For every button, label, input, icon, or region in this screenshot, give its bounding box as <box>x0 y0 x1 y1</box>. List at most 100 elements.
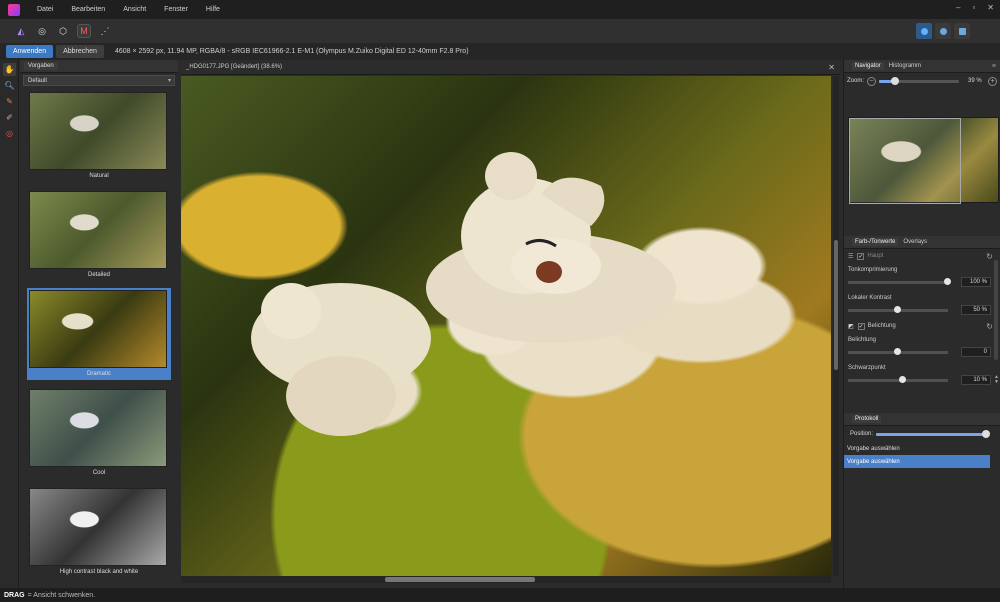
export-persona-icon[interactable]: ⋰ <box>98 24 112 38</box>
tone-panel: Farb-/Tonwerte Overlays ☰ ✓ Haupt ↻ Tonk… <box>844 236 1000 389</box>
preset-thumbnail <box>29 191 167 269</box>
menu-fenster[interactable]: Fenster <box>155 6 197 13</box>
exposure-label: Belichtung <box>867 323 896 329</box>
position-slider-fill <box>876 432 987 436</box>
param-slider-knob[interactable] <box>894 306 901 313</box>
param-value-field[interactable]: 100 % <box>961 277 991 287</box>
params1-param-0: Tonkomprimierung100 %▲▼ <box>844 263 1000 291</box>
position-slider-knob[interactable] <box>982 429 991 438</box>
preset-category-value: Default <box>28 77 48 84</box>
param-label: Tonkomprimierung <box>848 267 898 273</box>
exposure-checkbox[interactable]: ✓ <box>857 322 865 330</box>
preset-high-contrast-bw[interactable]: High contrast black and white <box>27 486 171 578</box>
navigator-tabs: Navigator Histogramm ≡ <box>844 60 1000 73</box>
param-spinner-icon[interactable]: ▲▼ <box>994 375 999 385</box>
canvas-vertical-scroll-thumb[interactable] <box>834 240 838 370</box>
document-title: _HDG0177.JPG [Geändert] (38.6%) <box>186 64 283 70</box>
preset-thumbnail <box>29 92 167 170</box>
params2-param-0: Belichtung0▲▼ <box>844 333 1000 361</box>
status-key: DRAG <box>4 591 25 599</box>
zoom-tool-icon[interactable]: 🔍︎ <box>3 79 16 92</box>
image-info: 4608 × 2592 px, 11.94 MP, RGBA/8 - sRGB … <box>114 48 469 55</box>
param-value-field[interactable]: 0 <box>961 347 991 357</box>
history-tabs: Protokoll <box>844 413 1000 426</box>
zoom-out-icon[interactable]: − <box>867 76 877 86</box>
menu-datei[interactable]: Datei <box>28 6 62 13</box>
status-bar: DRAG = Ansicht schwenken. <box>0 588 1000 602</box>
menu-bearbeiten[interactable]: Bearbeiten <box>62 6 114 13</box>
preset-natural[interactable]: Natural <box>27 90 171 182</box>
hand-tool-icon[interactable]: ✋ <box>3 63 16 76</box>
chevron-down-icon: ▾ <box>167 78 171 84</box>
menu-hilfe[interactable]: Hilfe <box>197 6 229 13</box>
tools-panel: ✋ 🔍︎ ✎ ✐ ◎ <box>0 60 19 588</box>
zoom-slider[interactable] <box>879 76 960 85</box>
position-label: Position: <box>850 431 874 437</box>
param-label: Lokaler Kontrast <box>848 295 892 301</box>
exposure-icon: ◩ <box>848 323 854 330</box>
menu-ansicht[interactable]: Ansicht <box>114 6 155 13</box>
target-icon[interactable]: ◎ <box>3 127 16 140</box>
tab-histogramm[interactable]: Histogramm <box>886 62 924 70</box>
history-item[interactable]: Vorgabe auswählen <box>844 442 1000 455</box>
view-single-icon[interactable] <box>916 23 932 39</box>
develop-persona-icon[interactable]: ⬡ <box>56 24 70 38</box>
preset-category-select[interactable]: Default ▾ <box>23 75 175 86</box>
photo-persona-icon[interactable]: ◭ <box>14 24 28 38</box>
position-row: Position: <box>844 426 1000 442</box>
app-logo-icon <box>8 3 20 16</box>
close-document-icon[interactable]: ✕ <box>828 63 835 72</box>
navigator-preview[interactable] <box>848 117 999 204</box>
reset-icon[interactable]: ↻ <box>986 322 993 331</box>
history-item-selected[interactable]: Vorgabe auswählen <box>844 455 990 468</box>
status-text: = Ansicht schwenken. <box>27 591 96 599</box>
param-value-field[interactable]: 50 % <box>961 305 991 315</box>
zoom-slider-knob[interactable] <box>891 76 900 85</box>
paint-brush-icon[interactable]: ✎ <box>3 95 16 108</box>
view-split-icon[interactable] <box>935 23 951 39</box>
liquify-persona-icon[interactable]: ◎ <box>35 24 49 38</box>
param-slider[interactable] <box>848 348 948 355</box>
cancel-button[interactable]: Abbrechen <box>56 45 104 58</box>
erase-brush-icon[interactable]: ✐ <box>3 111 16 124</box>
main-group-row: ☰ ✓ Haupt ↻ <box>844 249 1000 263</box>
presets-panel: Vorgaben ≡ Default ▾ Natural Detailed Dr… <box>20 60 192 578</box>
preset-dramatic[interactable]: Dramatic <box>27 288 171 380</box>
main-checkbox[interactable]: ✓ <box>857 252 865 260</box>
image-canvas[interactable] <box>181 76 831 576</box>
param-value-field[interactable]: 10 % <box>961 375 991 385</box>
param-slider[interactable] <box>848 306 948 313</box>
close-window-icon[interactable]: ✕ <box>987 3 994 12</box>
canvas-horizontal-scroll-thumb[interactable] <box>385 577 535 582</box>
zoom-row: Zoom: − 39 % + <box>844 73 1000 89</box>
tab-overlays[interactable]: Overlays <box>900 238 930 246</box>
preset-detailed[interactable]: Detailed <box>27 189 171 281</box>
panel-scrollbar[interactable] <box>994 260 998 360</box>
tab-protokoll[interactable]: Protokoll <box>852 415 882 423</box>
main-label: Haupt <box>867 253 884 259</box>
minimize-icon[interactable]: – <box>956 3 960 12</box>
reset-icon[interactable]: ↻ <box>986 252 993 261</box>
tab-vorgaben[interactable]: Vorgaben <box>24 62 58 70</box>
zoom-in-icon[interactable]: + <box>988 76 997 86</box>
param-label: Belichtung <box>848 337 877 343</box>
view-mode-group <box>916 23 970 39</box>
tab-navigator[interactable]: Navigator <box>852 62 884 70</box>
params2-param-1: Schwarzpunkt 10 % ▲ ▼ <box>844 361 1000 389</box>
param-slider-knob[interactable] <box>894 348 901 355</box>
tab-farb-tonwerte[interactable]: Farb-/Tonwerte <box>852 238 899 246</box>
param-slider[interactable] <box>848 376 948 383</box>
preset-label: Natural <box>89 173 109 179</box>
position-slider[interactable] <box>876 429 991 438</box>
panel-menu-icon[interactable]: ≡ <box>992 63 996 70</box>
document-tab[interactable]: _HDG0177.JPG [Geändert] (38.6%) ✕ <box>181 60 840 75</box>
window-controls: – ▫ ✕ <box>956 3 994 12</box>
param-slider[interactable] <box>848 278 951 285</box>
tone-mapping-persona-icon[interactable]: M <box>77 24 91 38</box>
preset-cool[interactable]: Cool <box>27 387 171 479</box>
param-slider-knob[interactable] <box>899 376 906 383</box>
apply-button[interactable]: Anwenden <box>6 45 54 58</box>
maximize-icon[interactable]: ▫ <box>972 3 975 12</box>
view-mirror-icon[interactable] <box>954 23 970 39</box>
param-slider-knob[interactable] <box>944 278 951 285</box>
